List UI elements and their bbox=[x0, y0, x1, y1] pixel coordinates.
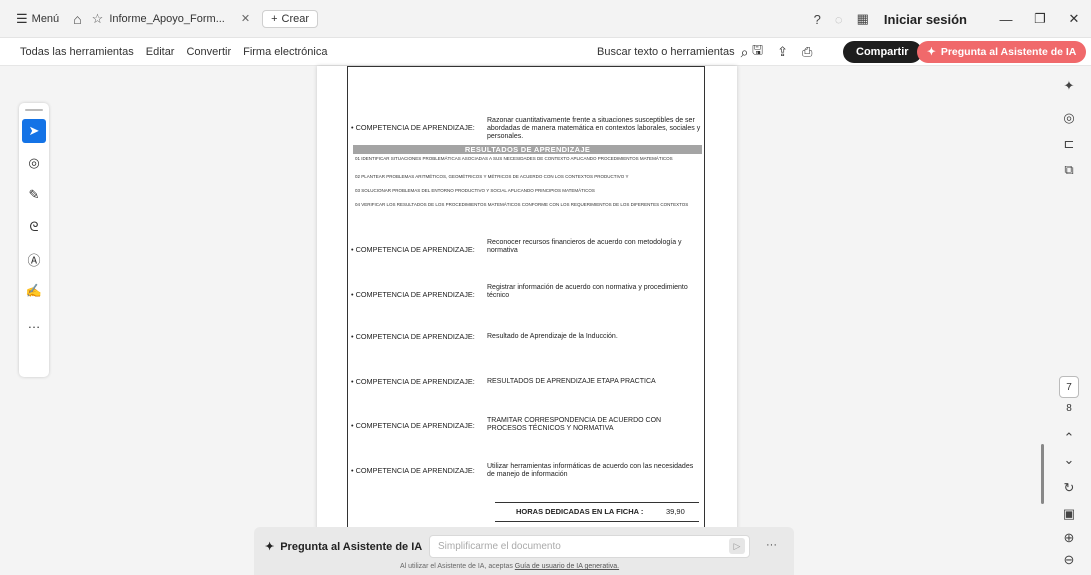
scrollbar-thumb[interactable] bbox=[1041, 444, 1044, 504]
signin-button[interactable]: Iniciar sesión bbox=[884, 12, 967, 27]
notification-icon[interactable]: ◌ bbox=[835, 12, 843, 27]
comments-icon[interactable]: ◎ bbox=[1059, 110, 1079, 126]
close-window-icon[interactable]: ✕ bbox=[1057, 11, 1091, 27]
hours-value: 39,90 bbox=[666, 507, 685, 516]
ai-guide-link[interactable]: Guía de usuario de IA generativa. bbox=[515, 563, 619, 570]
ai-bar-title: ✦ Pregunta al Asistente de IA bbox=[265, 540, 423, 554]
competencia-desc: Registrar información de acuerdo con nor… bbox=[487, 284, 688, 299]
close-tab-icon[interactable]: ✕ bbox=[241, 12, 250, 25]
comment-tool-icon[interactable]: ◎ bbox=[22, 151, 46, 175]
plus-icon: + bbox=[271, 12, 278, 25]
new-tab-label: Crear bbox=[281, 12, 310, 25]
fit-page-icon[interactable]: ▣ bbox=[1059, 506, 1079, 522]
hours-top-rule bbox=[495, 502, 699, 503]
competencia-desc: Razonar cuantitativamente frente a situa… bbox=[487, 117, 701, 140]
competencia-desc: Resultado de Aprendizaje de la Inducción… bbox=[487, 333, 618, 340]
menu-label: Menú bbox=[31, 12, 60, 25]
save-icon[interactable]: 🖫 bbox=[752, 41, 763, 63]
competencia-desc: Utilizar herramientas informáticas de ac… bbox=[487, 463, 694, 478]
ai-chat-icon: ✦ bbox=[265, 541, 275, 553]
resultados-header: RESULTADOS DE APRENDIZAJE bbox=[353, 145, 702, 154]
bookmark-icon[interactable]: ⊏ bbox=[1059, 136, 1079, 152]
search-icon[interactable]: ⌕ bbox=[741, 44, 749, 61]
left-tool-panel: ➤ ◎ ✎ ᘓ Ⓐ ✍ … bbox=[19, 103, 49, 377]
ai-disclaimer-text: Al utilizar el Asistente de IA, aceptas bbox=[400, 563, 513, 570]
document-tab[interactable]: ☆ Informe_Apoyo_Form... ✕ bbox=[92, 11, 250, 27]
resultado-item: 03 SOLUCIONAR PROBLEMAS DEL ENTORNO PROD… bbox=[355, 188, 595, 193]
document-frame: • COMPETENCIA DE APRENDIZAJE: Razonar cu… bbox=[347, 66, 705, 536]
ai-disclaimer: Al utilizar el Asistente de IA, aceptas … bbox=[400, 563, 619, 570]
text-box-tool-icon[interactable]: Ⓐ bbox=[22, 247, 46, 271]
document-workspace: ➤ ◎ ✎ ᘓ Ⓐ ✍ … • COMPETENCIA DE APRENDIZA… bbox=[0, 66, 1091, 575]
competencia-label: • COMPETENCIA DE APRENDIZAJE: bbox=[351, 421, 475, 430]
page-number-input[interactable]: 7 bbox=[1059, 376, 1079, 398]
toolbar-actions: 🖫 ⇪ ⎙ bbox=[752, 38, 812, 66]
home-icon[interactable]: ⌂ bbox=[73, 11, 81, 27]
ai-assistant-label: Pregunta al Asistente de IA bbox=[940, 46, 1077, 58]
ai-assistant-button[interactable]: ✦ Pregunta al Asistente de IA bbox=[917, 41, 1087, 63]
drag-handle[interactable] bbox=[25, 109, 43, 111]
print-icon[interactable]: ⎙ bbox=[802, 44, 812, 60]
menu-button[interactable]: ☰ Menú bbox=[10, 8, 65, 30]
select-tool-icon[interactable]: ➤ bbox=[22, 119, 46, 143]
competencia-label: • COMPETENCIA DE APRENDIZAJE: bbox=[351, 377, 475, 386]
resultado-item: 02 PLANTEAR PROBLEMAS ARITMÉTICOS, GEOMÉ… bbox=[355, 174, 629, 179]
competencia-desc: Reconocer recursos financieros de acuerd… bbox=[487, 239, 682, 254]
ai-chat-icon: ✦ bbox=[927, 46, 936, 58]
zoom-in-icon[interactable]: ⊕ bbox=[1059, 530, 1079, 546]
next-page-number: 8 bbox=[1066, 403, 1072, 414]
ai-bar-title-text: Pregunta al Asistente de IA bbox=[280, 540, 423, 553]
chevron-up-icon[interactable]: ⌃ bbox=[1059, 430, 1079, 446]
competencia-label: • COMPETENCIA DE APRENDIZAJE: bbox=[351, 123, 475, 132]
send-icon[interactable]: ▷ bbox=[729, 538, 745, 554]
competencia-desc: TRAMITAR CORRESPONDENCIA DE ACUERDO CON … bbox=[487, 417, 662, 432]
competencia-label: • COMPETENCIA DE APRENDIZAJE: bbox=[351, 245, 475, 254]
title-bar-right: ? ◌ ▦ Iniciar sesión — ❐ ✕ bbox=[807, 0, 1091, 38]
more-options-icon[interactable]: ··· bbox=[766, 539, 777, 551]
restore-icon[interactable]: ❐ bbox=[1023, 11, 1057, 27]
competencia-label: • COMPETENCIA DE APRENDIZAJE: bbox=[351, 466, 475, 475]
tab-title: Informe_Apoyo_Form... bbox=[109, 12, 225, 25]
apps-grid-icon[interactable]: ▦ bbox=[857, 11, 869, 27]
lasso-tool-icon[interactable]: ᘓ bbox=[22, 215, 46, 239]
share-button[interactable]: Compartir bbox=[843, 41, 922, 63]
ai-summary-icon[interactable]: ✦ bbox=[1059, 78, 1079, 94]
hamburger-icon: ☰ bbox=[16, 10, 28, 26]
hours-bottom-rule bbox=[495, 521, 699, 522]
cloud-upload-icon[interactable]: ⇪ bbox=[777, 44, 788, 60]
right-rail: ✦ ◎ ⊏ ⧉ 7 8 ⌃ ⌄ ↻ ▣ ⊕ ⊖ bbox=[1049, 66, 1091, 575]
search-label: Buscar texto o herramientas bbox=[597, 46, 735, 58]
copy-pages-icon[interactable]: ⧉ bbox=[1059, 162, 1079, 178]
document-page: • COMPETENCIA DE APRENDIZAJE: Razonar cu… bbox=[317, 66, 737, 536]
signature-tool-icon[interactable]: ✍ bbox=[22, 279, 46, 303]
menu-edit[interactable]: Editar bbox=[146, 46, 175, 58]
help-icon[interactable]: ? bbox=[814, 12, 821, 27]
draw-tool-icon[interactable]: ✎ bbox=[22, 183, 46, 207]
competencia-label: • COMPETENCIA DE APRENDIZAJE: bbox=[351, 332, 475, 341]
more-tools-icon[interactable]: … bbox=[22, 311, 46, 335]
star-icon[interactable]: ☆ bbox=[92, 11, 104, 27]
refresh-icon[interactable]: ↻ bbox=[1059, 480, 1079, 496]
menu-e-signature[interactable]: Firma electrónica bbox=[243, 46, 327, 58]
menu-convert[interactable]: Convertir bbox=[186, 46, 231, 58]
competencia-desc: RESULTADOS DE APRENDIZAJE ETAPA PRACTICA bbox=[487, 378, 656, 385]
menu-all-tools[interactable]: Todas las herramientas bbox=[20, 46, 134, 58]
resultado-item: 04 VERIFICAR LOS RESULTADOS DE LOS PROCE… bbox=[355, 202, 689, 207]
main-toolbar: Todas las herramientas Editar Convertir … bbox=[0, 38, 1091, 66]
search-tools[interactable]: Buscar texto o herramientas ⌕ bbox=[597, 38, 748, 66]
zoom-out-icon[interactable]: ⊖ bbox=[1059, 552, 1079, 568]
resultado-item: 01 IDENTIFICAR SITUACIONES PROBLEMÁTICAS… bbox=[355, 156, 673, 161]
hours-label: HORAS DEDICADAS EN LA FICHA : bbox=[516, 507, 644, 516]
ai-prompt-input[interactable]: Simplificarme el documento bbox=[429, 535, 750, 558]
minimize-icon[interactable]: — bbox=[989, 12, 1023, 27]
chevron-down-icon[interactable]: ⌄ bbox=[1059, 452, 1079, 468]
ai-assistant-bar: ✦ Pregunta al Asistente de IA Simplifica… bbox=[254, 527, 794, 575]
new-tab-button[interactable]: + Crear bbox=[262, 9, 319, 28]
title-bar: ☰ Menú ⌂ ☆ Informe_Apoyo_Form... ✕ + Cre… bbox=[0, 0, 1091, 38]
competencia-label: • COMPETENCIA DE APRENDIZAJE: bbox=[351, 290, 475, 299]
